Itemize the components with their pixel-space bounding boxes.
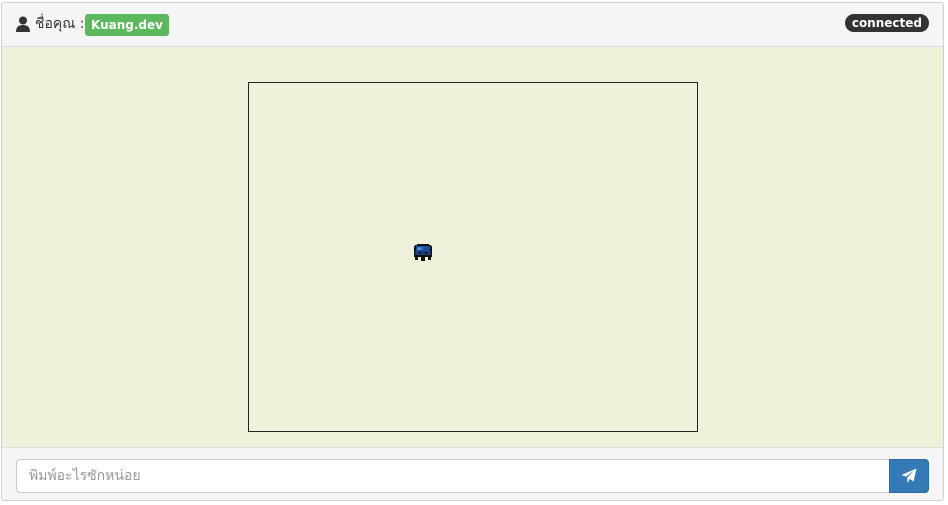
connection-status-badge: connected — [844, 14, 929, 32]
paper-plane-icon — [901, 468, 917, 483]
chat-footer — [2, 447, 943, 500]
player-sprite — [413, 243, 433, 263]
send-button[interactable] — [889, 459, 929, 493]
game-area — [2, 47, 943, 447]
name-label: ชื่อคุณ : — [35, 16, 85, 32]
user-icon — [16, 16, 30, 32]
game-panel: ชื่อคุณ : Kuang.dev connected — [1, 2, 944, 501]
game-canvas[interactable] — [248, 82, 698, 432]
user-name-badge: Kuang.dev — [85, 14, 169, 36]
panel-header: ชื่อคุณ : Kuang.dev connected — [2, 3, 943, 47]
chat-message-input[interactable] — [16, 459, 890, 493]
